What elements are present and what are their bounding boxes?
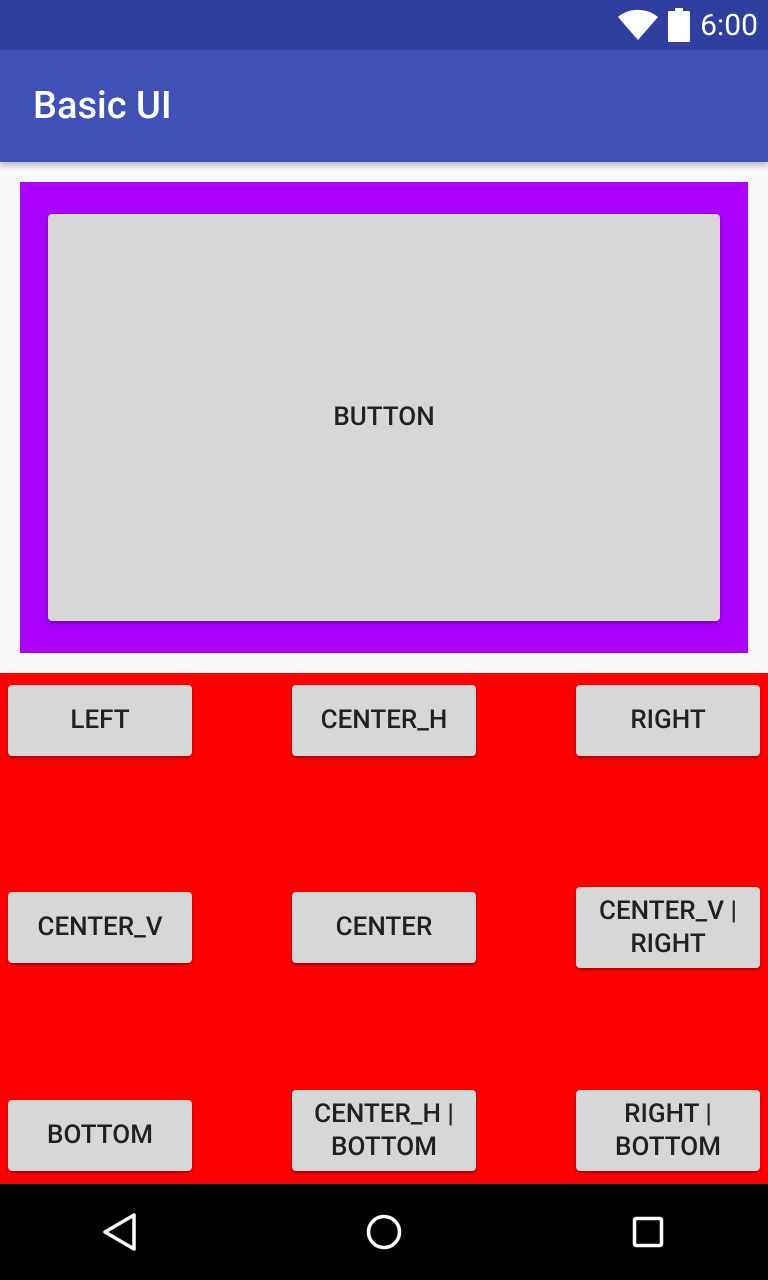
right-bottom-button[interactable]: RIGHT | BOTTOM: [576, 1090, 760, 1171]
status-time: 6:00: [700, 7, 758, 43]
wifi-icon: [618, 9, 659, 40]
status-bar: 6:00: [0, 0, 768, 50]
status-icons: 6:00: [618, 0, 758, 50]
battery-icon: [668, 8, 691, 42]
gravity-grid: LEFT CENTER_H RIGHT CENTER_V CENTER CENT…: [0, 673, 768, 1184]
center-h-button[interactable]: CENTER_H: [292, 685, 476, 756]
center-v-button[interactable]: CENTER_V: [8, 892, 192, 963]
home-icon: [366, 1214, 402, 1250]
home-button[interactable]: [324, 1184, 444, 1280]
center-button[interactable]: CENTER: [292, 892, 476, 963]
app-bar: Basic UI: [0, 50, 768, 162]
recents-icon: [632, 1216, 664, 1248]
main-button[interactable]: BUTTON: [48, 214, 720, 621]
center-h-bottom-button[interactable]: CENTER_H | BOTTOM: [292, 1090, 476, 1171]
app-title: Basic UI: [33, 84, 172, 128]
navigation-bar: [0, 1184, 768, 1280]
left-button[interactable]: LEFT: [8, 685, 192, 756]
back-button[interactable]: [60, 1184, 180, 1280]
center-v-right-button[interactable]: CENTER_V | RIGHT: [576, 887, 760, 968]
recents-button[interactable]: [588, 1184, 708, 1280]
right-button[interactable]: RIGHT: [576, 685, 760, 756]
purple-frame: BUTTON: [20, 182, 748, 653]
back-icon: [103, 1213, 136, 1251]
bottom-button[interactable]: BOTTOM: [8, 1100, 192, 1171]
